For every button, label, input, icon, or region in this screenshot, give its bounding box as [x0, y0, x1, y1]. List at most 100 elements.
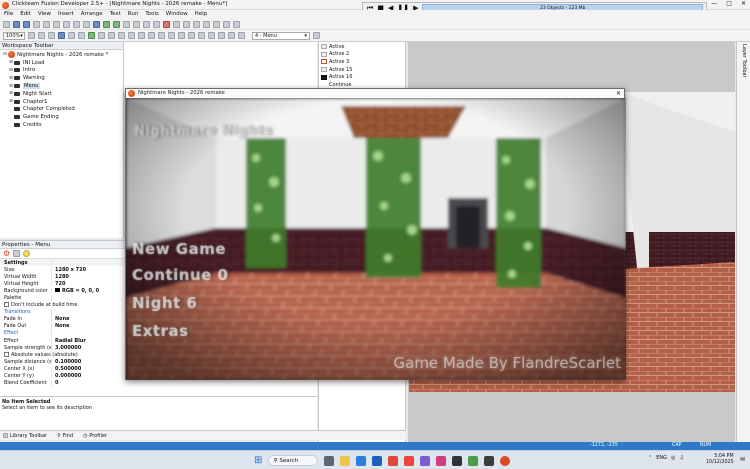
bring-front-icon[interactable]	[158, 32, 165, 39]
menu-help[interactable]: Help	[195, 11, 208, 17]
language-indicator[interactable]: ENG	[656, 455, 667, 461]
lock-icon[interactable]	[98, 32, 105, 39]
hand-icon[interactable]	[208, 32, 215, 39]
save-icon[interactable]	[23, 20, 30, 28]
object-item[interactable]: Active 15	[319, 66, 405, 74]
tree-frame-game-ending[interactable]: Game Ending	[2, 113, 121, 121]
menu-night-6[interactable]: Night 6	[132, 294, 197, 312]
events-icon[interactable]	[13, 250, 21, 257]
data-elements-icon[interactable]	[163, 20, 170, 28]
edge-icon[interactable]	[356, 455, 367, 466]
event-list-icon[interactable]	[153, 20, 160, 28]
build-icon[interactable]	[123, 20, 130, 28]
frame-select[interactable]: 4 - Menu ▾	[252, 31, 310, 40]
rotate-icon[interactable]	[233, 20, 240, 28]
zoom-in-icon[interactable]	[28, 32, 35, 39]
tree-frame-intro[interactable]: ⊞ Intro	[2, 67, 121, 75]
notification-icon[interactable]: ✉	[740, 456, 745, 463]
tree-frame-menu[interactable]: ⊞ Menu	[2, 82, 121, 90]
game-window-titlebar[interactable]: Nightmare Nights - 2026 remake ✕	[126, 89, 624, 98]
app-purple-icon[interactable]	[420, 455, 431, 466]
checkbox[interactable]	[4, 351, 9, 357]
tree-frame-chapter-completed[interactable]: Chapter Completed	[2, 106, 121, 114]
menu-new-game[interactable]: New Game	[132, 240, 226, 258]
new-file-icon[interactable]	[3, 20, 10, 28]
select-all-icon[interactable]	[178, 32, 185, 39]
store-icon[interactable]	[388, 455, 399, 466]
minimize-icon[interactable]: —	[711, 0, 717, 7]
layer-icon[interactable]	[68, 32, 75, 39]
align-right-icon[interactable]	[148, 32, 155, 39]
menu-arrange[interactable]: Arrange	[81, 11, 103, 17]
run-application-icon[interactable]	[103, 20, 110, 28]
menu-continue[interactable]: Continue 0	[132, 266, 229, 284]
align-icon[interactable]	[223, 20, 230, 28]
align-center-icon[interactable]	[138, 32, 145, 39]
maximize-icon[interactable]: □	[726, 0, 732, 7]
tree-frame-warning[interactable]: ⊞ Warning	[2, 74, 121, 82]
cut-icon[interactable]	[43, 20, 50, 28]
insert-object-icon[interactable]	[88, 32, 95, 39]
office-icon[interactable]	[404, 455, 415, 466]
ruler-icon[interactable]	[218, 32, 225, 39]
tiles-icon[interactable]	[78, 32, 85, 39]
menu-window[interactable]: Window	[166, 11, 188, 17]
help-icon[interactable]	[93, 20, 100, 28]
file-explorer-icon[interactable]	[340, 455, 351, 466]
copy-icon[interactable]	[53, 20, 60, 28]
menu-edit[interactable]: Edit	[20, 11, 31, 17]
run-frame-icon[interactable]	[113, 20, 120, 28]
tree-frame-night-start[interactable]: ⊞ Night Start	[2, 90, 121, 98]
menu-view[interactable]: View	[38, 11, 51, 17]
clock[interactable]: 5:04 PM 10/12/2025	[706, 454, 734, 466]
object-properties-icon[interactable]	[58, 32, 65, 39]
tab-profiler[interactable]: ◷ Profiler	[83, 433, 107, 439]
menu-run[interactable]: Run	[128, 11, 139, 17]
volume-icon[interactable]: ♫	[679, 455, 683, 461]
tree-frame-ini-load[interactable]: ⊞ INI Load	[2, 59, 121, 67]
chevron-up-icon[interactable]: ⌃	[648, 455, 652, 461]
frame-nav-icon[interactable]	[313, 32, 320, 39]
group-icon[interactable]	[118, 32, 125, 39]
menu-extras[interactable]: Extras	[132, 322, 189, 340]
menu-insert[interactable]: Insert	[58, 11, 74, 17]
tree-frame-chapter1[interactable]: ⊞ Chapter1	[2, 98, 121, 106]
grid-icon[interactable]	[108, 32, 115, 39]
object-item[interactable]: Active 16	[319, 73, 405, 81]
game-window[interactable]: Nightmare Nights - 2026 remake ✕ Nightma…	[125, 88, 626, 380]
taskbar-search[interactable]: ⚲ Search	[268, 455, 319, 466]
text-icon[interactable]	[198, 32, 205, 39]
tab-find[interactable]: ⚲ Find	[57, 433, 73, 439]
paste-icon[interactable]	[63, 20, 70, 28]
property-row[interactable]: Blend Coefficient 0	[0, 380, 317, 387]
frame-editor-icon[interactable]	[133, 20, 140, 28]
delete-icon[interactable]	[188, 32, 195, 39]
expand-icon[interactable]	[238, 32, 245, 39]
zoom-fit-icon[interactable]	[48, 32, 55, 39]
close-icon[interactable]: ✕	[741, 0, 746, 7]
undo-icon[interactable]	[73, 20, 80, 28]
wifi-icon[interactable]: ◎	[671, 455, 675, 461]
send-back-icon[interactable]	[168, 32, 175, 39]
task-view-icon[interactable]	[324, 455, 335, 466]
object-item[interactable]: Active 3	[319, 58, 405, 66]
menu-tools[interactable]: Tools	[145, 11, 159, 17]
align-left-icon[interactable]	[128, 32, 135, 39]
checkbox[interactable]	[4, 302, 9, 308]
zoom-out-icon[interactable]	[38, 32, 45, 39]
object-item[interactable]: Active	[319, 43, 405, 51]
game-scene[interactable]: Nightmare Nights New Game Continue 0 Nig…	[126, 98, 626, 380]
tree-frame-credits[interactable]: Credits	[2, 121, 121, 129]
open-folder-icon[interactable]	[13, 20, 20, 28]
tab-library-toolbar[interactable]: Library Toolbar	[3, 432, 47, 439]
mail-icon[interactable]	[372, 455, 383, 466]
zoom-out-icon[interactable]	[213, 20, 220, 28]
storyboard-icon[interactable]	[173, 20, 180, 28]
about-icon[interactable]	[23, 250, 31, 257]
menu-text[interactable]: Text	[110, 11, 121, 17]
clickteam-fusion-icon[interactable]	[500, 455, 511, 466]
color-swatch[interactable]	[55, 288, 60, 293]
app-dark-icon[interactable]	[452, 455, 463, 466]
camera-icon[interactable]	[228, 32, 235, 39]
object-item[interactable]: Active 2	[319, 51, 405, 59]
